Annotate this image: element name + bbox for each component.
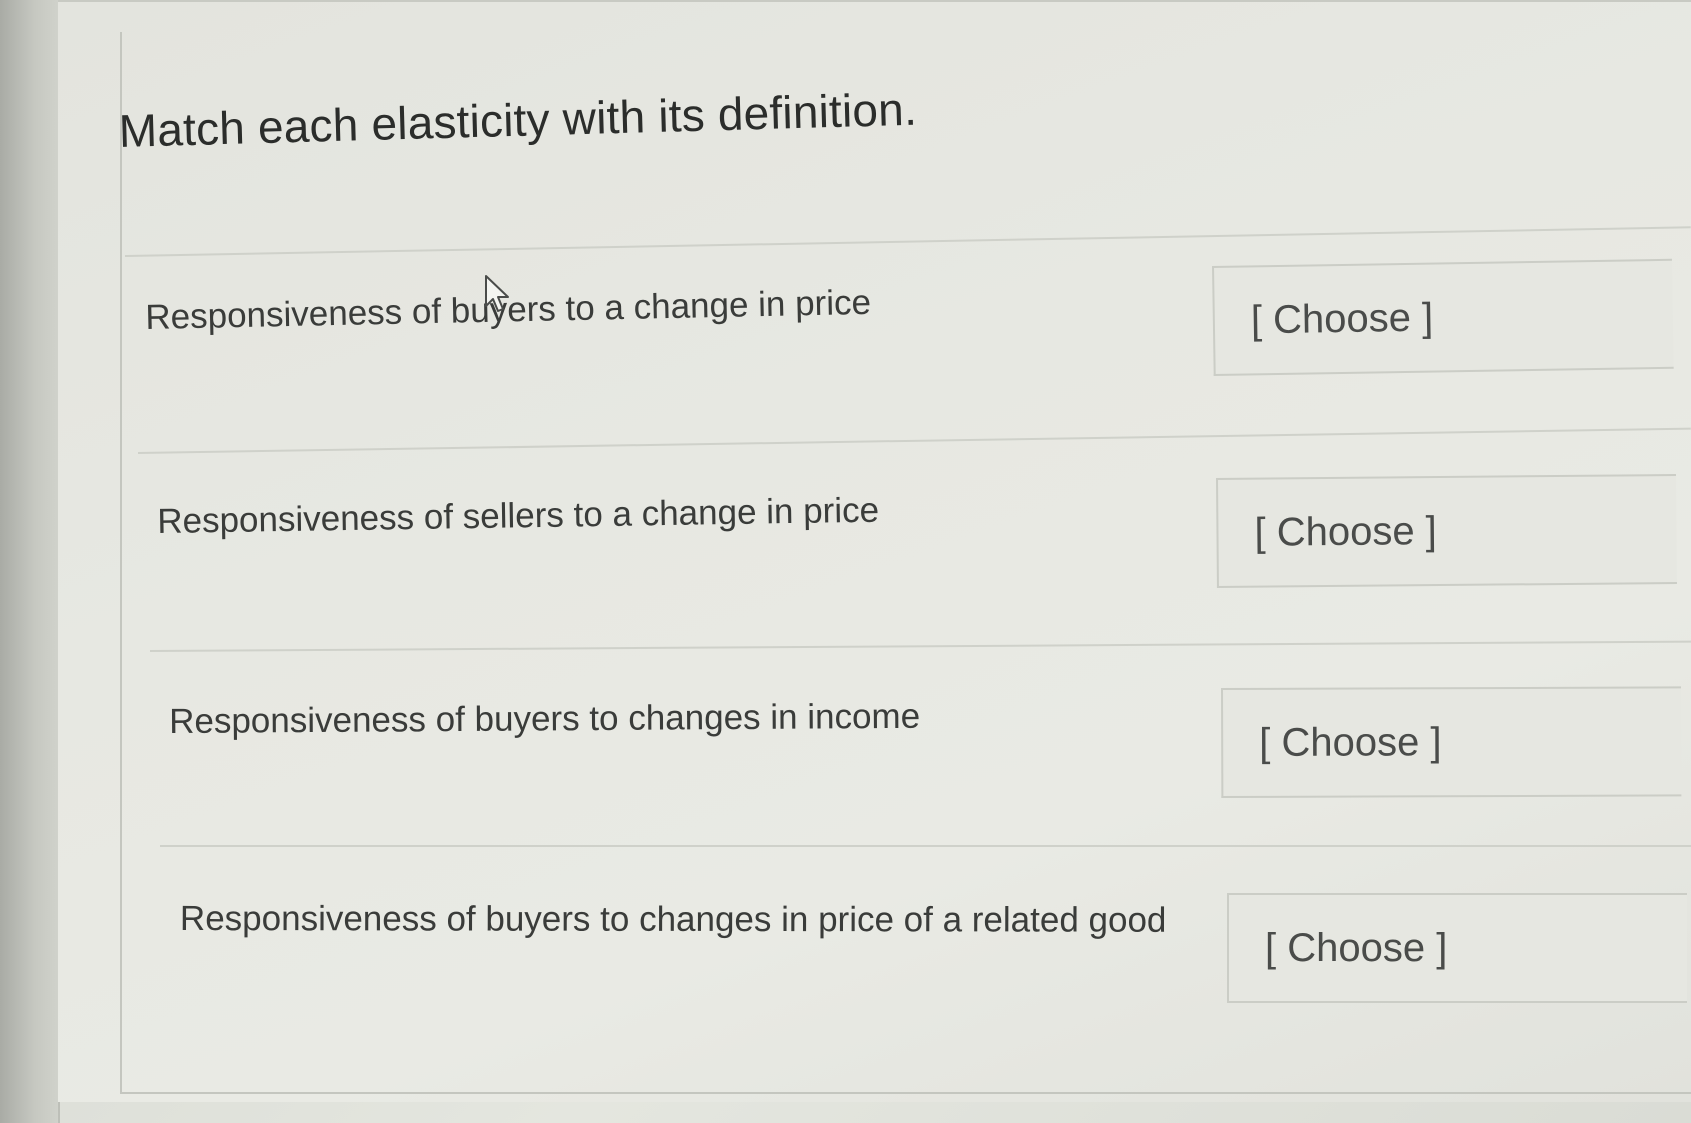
answer-select[interactable]: [ Choose ] <box>1221 686 1682 798</box>
select-value: [ Choose ] <box>1265 925 1448 970</box>
row-prompt: Responsiveness of buyers to changes in i… <box>169 696 921 741</box>
screen-photo: Match each elasticity with its definitio… <box>0 0 1691 1123</box>
select-value: [ Choose ] <box>1259 719 1442 765</box>
left-panel-edge <box>0 0 60 1123</box>
answer-select[interactable]: [ Choose ] <box>1212 258 1674 376</box>
row-prompt: Responsiveness of buyers to changes in p… <box>179 899 1167 940</box>
select-value: [ Choose ] <box>1254 508 1437 555</box>
select-value: [ Choose ] <box>1250 295 1434 342</box>
divider <box>160 845 1691 847</box>
answer-select[interactable]: [ Choose ] <box>1227 893 1687 1003</box>
pointer-arrow-icon <box>485 275 509 312</box>
answer-select[interactable]: [ Choose ] <box>1216 473 1677 588</box>
